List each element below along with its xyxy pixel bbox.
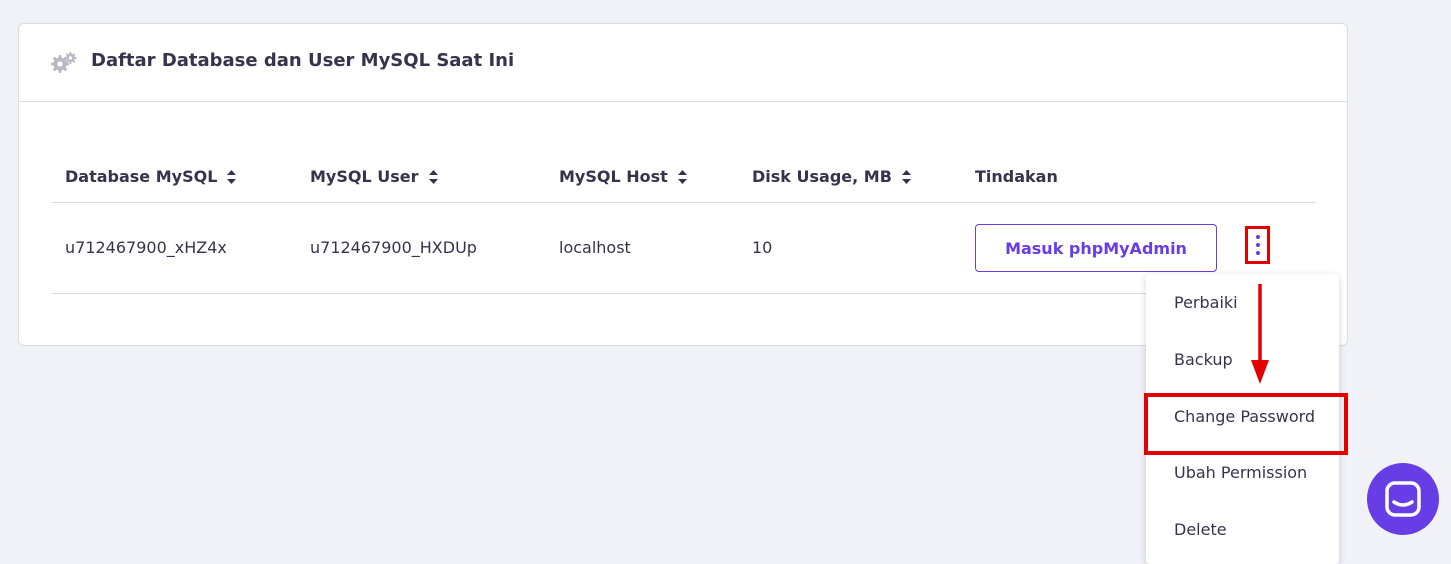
column-header-disk-usage[interactable]: Disk Usage, MB	[752, 167, 911, 186]
table-row-divider	[52, 293, 1315, 294]
chat-support-button[interactable]	[1367, 463, 1439, 535]
gears-icon	[51, 52, 77, 73]
menu-item-ubah-permission[interactable]: Ubah Permission	[1174, 463, 1307, 482]
sort-icon	[677, 169, 687, 184]
kebab-dot	[1255, 235, 1260, 239]
card-title: Daftar Database dan User MySQL Saat Ini	[91, 50, 515, 71]
sort-icon	[901, 169, 911, 184]
kebab-dot	[1255, 243, 1260, 247]
cell-user: u712467900_HXDUp	[310, 238, 477, 257]
column-header-user[interactable]: MySQL User	[310, 167, 438, 186]
cell-disk-usage: 10	[752, 238, 773, 257]
cell-host: localhost	[559, 238, 631, 257]
more-options-icon[interactable]	[1245, 226, 1270, 264]
menu-item-backup[interactable]: Backup	[1174, 350, 1233, 369]
change-password-highlight	[1144, 393, 1348, 455]
column-header-host[interactable]: MySQL Host	[559, 167, 687, 186]
sort-icon	[227, 169, 237, 184]
arrow-down-icon	[1251, 284, 1269, 384]
phpmyadmin-button[interactable]: Masuk phpMyAdmin	[975, 224, 1217, 272]
menu-item-perbaiki[interactable]: Perbaiki	[1174, 293, 1238, 312]
cell-database: u712467900_xHZ4x	[65, 238, 227, 257]
column-header-database[interactable]: Database MySQL	[65, 167, 237, 186]
kebab-dot	[1255, 251, 1260, 255]
column-header-actions: Tindakan	[975, 167, 1058, 186]
table-header-divider	[52, 202, 1315, 203]
menu-item-delete[interactable]: Delete	[1174, 520, 1227, 539]
card-header: Daftar Database dan User MySQL Saat Ini	[19, 24, 1347, 102]
sort-icon	[428, 169, 438, 184]
chat-icon	[1385, 481, 1421, 517]
